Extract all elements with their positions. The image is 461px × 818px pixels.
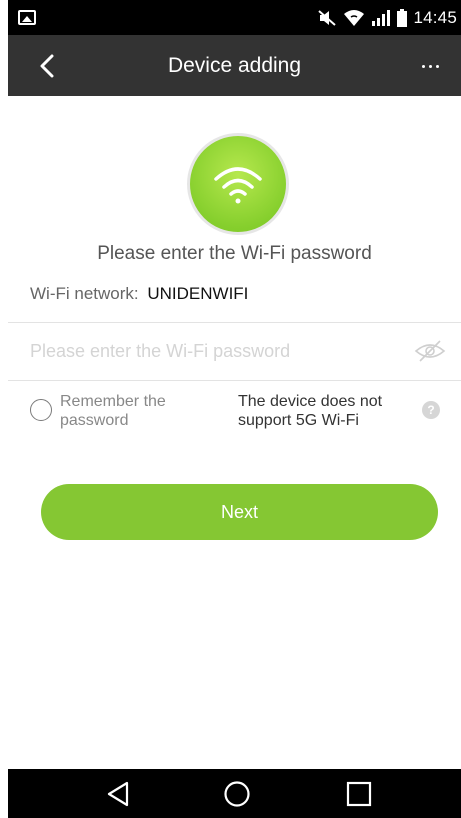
- remember-password-label[interactable]: Remember the password: [60, 392, 200, 430]
- wifi-support-note: The device does not support 5G Wi-Fi: [238, 393, 383, 429]
- app-screen: 14:45 Device adding Please enter the Wi-…: [8, 0, 461, 818]
- signal-icon: [371, 9, 391, 27]
- network-label: Wi-Fi network:: [30, 284, 139, 303]
- divider: [8, 380, 461, 381]
- help-icon[interactable]: ?: [422, 401, 440, 419]
- nav-home-button[interactable]: [220, 777, 254, 811]
- divider: [8, 322, 461, 323]
- status-bar: 14:45: [8, 0, 461, 35]
- navigation-bar: [8, 769, 461, 818]
- nav-home-icon: [224, 781, 250, 807]
- mute-icon: [317, 9, 337, 27]
- battery-icon: [397, 8, 408, 27]
- nav-back-icon: [107, 781, 129, 807]
- wifi-icon: [214, 167, 262, 204]
- page-title: Device adding: [167, 54, 302, 77]
- more-dots-icon: [421, 64, 425, 68]
- nav-recent-icon: [346, 781, 372, 807]
- status-indicators: 14:45: [317, 0, 457, 35]
- wifi-icon: [343, 9, 365, 27]
- more-button[interactable]: [413, 49, 447, 83]
- eye-hidden-icon: [414, 340, 446, 362]
- instruction-text: Please enter the Wi-Fi password: [97, 243, 372, 264]
- wifi-illustration: [187, 133, 289, 235]
- nav-back-button[interactable]: [101, 777, 135, 811]
- status-time: 14:45: [413, 7, 457, 27]
- network-row: Wi-Fi network: UNIDENWIFI: [30, 284, 248, 304]
- password-input[interactable]: [30, 330, 400, 372]
- nav-recent-button[interactable]: [342, 777, 376, 811]
- toggle-password-visibility[interactable]: [413, 336, 447, 366]
- next-button[interactable]: Next: [41, 484, 438, 540]
- gallery-icon: [18, 10, 36, 25]
- network-name: UNIDENWIFI: [147, 284, 249, 303]
- remember-password-radio[interactable]: [30, 399, 52, 421]
- toolbar: Device adding: [8, 35, 461, 96]
